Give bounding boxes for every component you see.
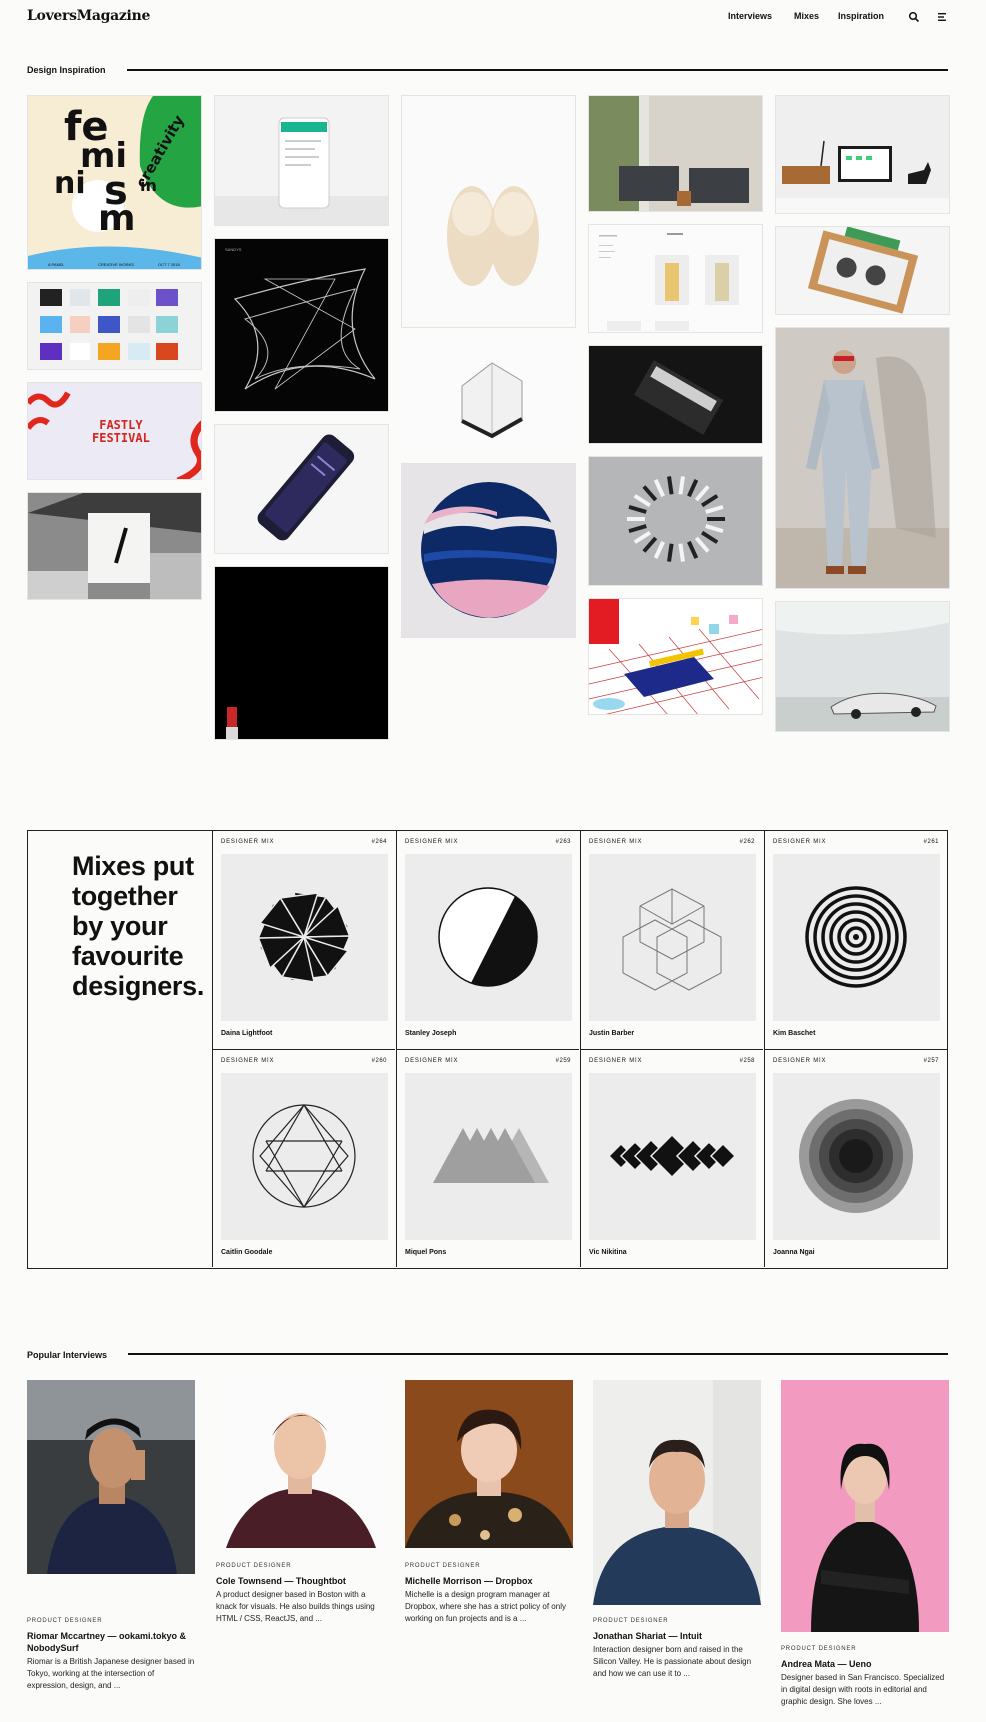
interview-title[interactable]: Michelle Morrison — Dropbox [405, 1575, 573, 1587]
interview-description: Designer based in San Francisco. Special… [781, 1673, 945, 1706]
mix-label: DESIGNER MIX [773, 1058, 827, 1064]
mix-designer-name[interactable]: Vic Nikitina [589, 1249, 627, 1256]
mix-number: #257 [923, 1058, 939, 1064]
mix-card-257[interactable]: DESIGNER MIX #257 Joanna Ngai [764, 1049, 947, 1267]
inspiration-tile-packaging[interactable] [775, 226, 950, 315]
mix-number: #260 [371, 1058, 387, 1064]
interview-photo[interactable] [405, 1380, 573, 1548]
mix-designer-name[interactable]: Daina Lightfoot [221, 1030, 272, 1037]
feminism-footer-1: A PANEL [48, 262, 65, 267]
feminism-text-5: m [98, 198, 136, 239]
interviews-section-title: Popular Interviews [27, 1350, 108, 1360]
mix-artwork [773, 854, 940, 1021]
mix-designer-name[interactable]: Caitlin Goodale [221, 1249, 272, 1256]
inspiration-tile-building[interactable] [27, 492, 202, 600]
mix-artwork [405, 1073, 572, 1240]
interview-description: Interaction designer born and raised in … [593, 1645, 752, 1678]
mix-card-263[interactable]: DESIGNER MIX #263 Stanley Joseph [396, 831, 579, 1049]
mix-label: DESIGNER MIX [405, 839, 459, 845]
inspiration-tile-feminism[interactable]: fe mi ni s m in creativity A PANEL CREAT… [27, 95, 202, 270]
mix-number: #262 [739, 839, 755, 845]
feminism-footer-2: CREATIVE WORKS [98, 262, 134, 267]
mix-artwork [773, 1073, 940, 1240]
inspiration-tile-ui-grid[interactable] [27, 282, 202, 370]
mix-number: #259 [555, 1058, 571, 1064]
inspiration-tile-light-installation[interactable] [588, 456, 763, 586]
inspiration-tile-glass-house[interactable] [401, 340, 576, 451]
mix-card-258[interactable]: DESIGNER MIX #258 Vic Nikitina [580, 1049, 763, 1267]
mix-artwork [221, 854, 388, 1021]
interview-kicker: PRODUCT DESIGNER [781, 1646, 857, 1652]
interview-kicker: PRODUCT DESIGNER [27, 1618, 103, 1624]
menu-icon[interactable] [936, 10, 948, 22]
inspiration-tile-paper-circle[interactable] [401, 463, 576, 638]
mix-card-264[interactable]: DESIGNER MIX #264 Daina Lightfoot [212, 831, 395, 1049]
inspiration-tile-lounge[interactable] [588, 95, 763, 212]
mix-number: #261 [923, 839, 939, 845]
interview-photo[interactable] [593, 1380, 761, 1605]
card-label: SANDYS [225, 247, 242, 252]
nav-inspiration[interactable]: Inspiration [838, 11, 884, 21]
nav-mixes[interactable]: Mixes [794, 11, 819, 21]
mix-card-260[interactable]: DESIGNER MIX #260 Caitlin Goodale [212, 1049, 395, 1267]
mix-label: DESIGNER MIX [221, 1058, 275, 1064]
mix-label: DESIGNER MIX [589, 839, 643, 845]
inspiration-tile-phone-dark[interactable] [214, 424, 389, 554]
interview-description: Michelle is a design program manager at … [405, 1590, 566, 1623]
interview-title[interactable]: Jonathan Shariat — Intuit [593, 1630, 761, 1642]
inspiration-tile-dark-device[interactable] [588, 345, 763, 444]
mix-number: #264 [371, 839, 387, 845]
inspiration-section-rule [127, 69, 948, 71]
mixes-section: Mixes put together by your favourite des… [27, 830, 948, 1269]
interview-description: A product designer based in Boston with … [216, 1590, 375, 1623]
interview-kicker: PRODUCT DESIGNER [405, 1563, 481, 1569]
inspiration-tile-fashion-site[interactable] [588, 224, 763, 333]
mix-designer-name[interactable]: Miquel Pons [405, 1249, 446, 1256]
feminism-footer-3: OCT 7 2018 [158, 262, 180, 267]
inspiration-tile-desk-setup[interactable] [775, 95, 950, 214]
interview-kicker: PRODUCT DESIGNER [216, 1563, 292, 1569]
inspiration-tile-lipstick[interactable] [214, 566, 389, 740]
mix-artwork [589, 1073, 756, 1240]
inspiration-tile-fastly-festival[interactable]: FASTLY FESTIVAL [27, 382, 202, 480]
interview-title[interactable]: Andrea Mata — Ueno [781, 1658, 949, 1670]
mix-number: #258 [739, 1058, 755, 1064]
mix-artwork [221, 1073, 388, 1240]
search-icon[interactable] [908, 10, 920, 23]
mix-label: DESIGNER MIX [589, 1058, 643, 1064]
mix-number: #263 [555, 839, 571, 845]
mixes-heading: Mixes put together by your favourite des… [72, 851, 205, 1001]
inspiration-section-title: Design Inspiration [27, 65, 106, 75]
feminism-text-3: ni [54, 166, 86, 201]
mix-card-262[interactable]: DESIGNER MIX #262 Justin Barber [580, 831, 763, 1049]
interview-photo[interactable] [27, 1380, 195, 1574]
mix-designer-name[interactable]: Kim Baschet [773, 1030, 815, 1037]
inspiration-tile-fashion-model[interactable] [775, 327, 950, 589]
nav-interviews[interactable]: Interviews [728, 11, 772, 21]
mix-card-261[interactable]: DESIGNER MIX #261 Kim Baschet [764, 831, 947, 1049]
interview-photo[interactable] [216, 1380, 384, 1548]
mix-label: DESIGNER MIX [773, 839, 827, 845]
interview-kicker: PRODUCT DESIGNER [593, 1618, 669, 1624]
inspiration-tile-mobile-app[interactable] [214, 95, 389, 226]
site-logo[interactable]: LoversMagazine [27, 8, 150, 24]
interview-title[interactable]: Cole Townsend — Thoughtbot [216, 1575, 384, 1587]
interview-description: Riomar is a British Japanese designer ba… [27, 1657, 195, 1690]
mix-label: DESIGNER MIX [405, 1058, 459, 1064]
inspiration-tile-slippers[interactable] [401, 95, 576, 328]
inspiration-tile-car-room[interactable] [775, 601, 950, 732]
inspiration-tile-isometric-grid[interactable] [588, 598, 763, 715]
mix-artwork [589, 854, 756, 1021]
mix-designer-name[interactable]: Joanna Ngai [773, 1249, 815, 1256]
mix-artwork [405, 854, 572, 1021]
fastly-title: FASTLY FESTIVAL [92, 418, 150, 445]
interview-title[interactable]: Riomar Mccartney — ookami.tokyo & Nobody… [27, 1630, 195, 1654]
interviews-section-rule [128, 1353, 948, 1355]
mix-designer-name[interactable]: Stanley Joseph [405, 1030, 456, 1037]
mix-card-259[interactable]: DESIGNER MIX #259 Miquel Pons [396, 1049, 579, 1267]
mix-designer-name[interactable]: Justin Barber [589, 1030, 634, 1037]
interview-photo[interactable] [781, 1380, 949, 1632]
mix-label: DESIGNER MIX [221, 839, 275, 845]
inspiration-tile-wireframe-art[interactable]: SANDYS [214, 238, 389, 412]
